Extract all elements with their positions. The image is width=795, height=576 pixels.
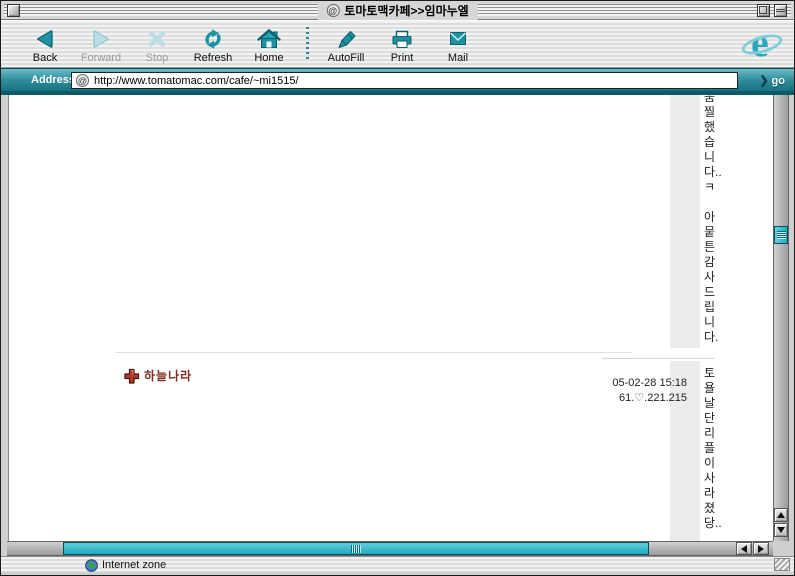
status-bar: Internet zone: [1, 556, 794, 572]
refresh-label: Refresh: [194, 52, 233, 64]
print-button[interactable]: Print: [374, 22, 430, 66]
refresh-icon: [199, 27, 227, 51]
forward-icon: [87, 27, 115, 51]
back-icon: [31, 27, 59, 51]
title-bar[interactable]: @ 토마토맥카페>>임마누엘: [1, 1, 794, 20]
signature-logo[interactable]: 하늘나라: [124, 367, 192, 384]
vertical-scroll-thumb[interactable]: [774, 226, 788, 244]
scroll-left-button[interactable]: [736, 542, 752, 555]
comment-text-2: 토 욜 날 단 리 플 이 사 라 졌 당..: [704, 366, 728, 531]
home-button[interactable]: Home: [241, 22, 297, 66]
collapse-box[interactable]: [774, 4, 787, 17]
globe-icon: [85, 559, 98, 572]
scroll-up-icon: [777, 512, 785, 518]
print-icon: [388, 27, 416, 51]
stop-icon: [143, 27, 171, 51]
go-label: go: [772, 75, 785, 87]
url-page-icon: @: [76, 74, 89, 87]
back-button[interactable]: Back: [17, 22, 73, 66]
stop-button[interactable]: Stop: [129, 22, 185, 66]
resize-grip[interactable]: [774, 558, 790, 571]
comment-text-1: 움 찔 했 습 니 다.. ㅋ 아 뭍 튼 감 사 드 립 니 다.: [704, 95, 728, 345]
window-title: 토마토맥카페>>임마누엘: [344, 2, 468, 19]
scroll-left-icon: [741, 545, 747, 553]
vertical-scrollbar[interactable]: [773, 95, 789, 541]
status-zone-text: Internet zone: [102, 559, 166, 571]
autofill-button[interactable]: AutoFill: [318, 22, 374, 66]
internet-explorer-logo-icon: e: [740, 25, 786, 67]
scroll-right-button[interactable]: [753, 542, 769, 555]
forward-button[interactable]: Forward: [73, 22, 129, 66]
window-title-group: @ 토마토맥카페>>임마누엘: [317, 1, 477, 20]
mail-icon: [444, 27, 472, 51]
scroll-down-icon: [777, 527, 785, 533]
scroll-down-button[interactable]: [774, 523, 788, 537]
page-icon: @: [326, 4, 339, 17]
signature-text: 하늘나라: [144, 367, 192, 384]
row-divider-line-2: [602, 358, 715, 359]
autofill-label: AutoFill: [328, 52, 365, 64]
scroll-up-button[interactable]: [774, 508, 788, 522]
close-box[interactable]: [7, 4, 20, 17]
autofill-icon: [332, 27, 360, 51]
address-input[interactable]: [94, 75, 733, 87]
horizontal-scroll-thumb[interactable]: [63, 542, 649, 555]
home-label: Home: [254, 52, 283, 64]
page-content: 움 찔 했 습 니 다.. ㅋ 아 뭍 튼 감 사 드 립 니 다. 토 욜 날…: [8, 95, 773, 541]
mail-label: Mail: [448, 52, 468, 64]
print-label: Print: [391, 52, 414, 64]
cell-background-strip-top: [670, 95, 700, 348]
thumb-grip: [351, 545, 361, 553]
scroll-right-icon: [758, 545, 764, 553]
toolbar: Back Forward Stop: [1, 20, 794, 68]
back-label: Back: [33, 52, 57, 64]
address-bar: Address: @ ❯ go: [1, 68, 794, 91]
address-field[interactable]: @: [71, 72, 738, 89]
browser-window: @ 토마토맥카페>>임마누엘 Back Forward Stop: [0, 0, 795, 576]
stop-label: Stop: [146, 52, 169, 64]
thumb-grip: [777, 231, 786, 239]
home-icon: [255, 27, 283, 51]
go-button[interactable]: ❯ go: [756, 71, 788, 90]
mail-button[interactable]: Mail: [430, 22, 486, 66]
go-arrow-icon: ❯: [759, 74, 768, 87]
forward-label: Forward: [81, 52, 121, 64]
refresh-button[interactable]: Refresh: [185, 22, 241, 66]
row-divider-line-1: [115, 352, 632, 353]
zoom-box[interactable]: [757, 4, 770, 17]
toolbar-separator: [306, 27, 309, 61]
post-meta: 05-02-28 15:18 61.♡.221.215: [529, 376, 687, 406]
horizontal-scrollbar[interactable]: [7, 541, 773, 556]
red-cross-icon: [124, 368, 140, 384]
